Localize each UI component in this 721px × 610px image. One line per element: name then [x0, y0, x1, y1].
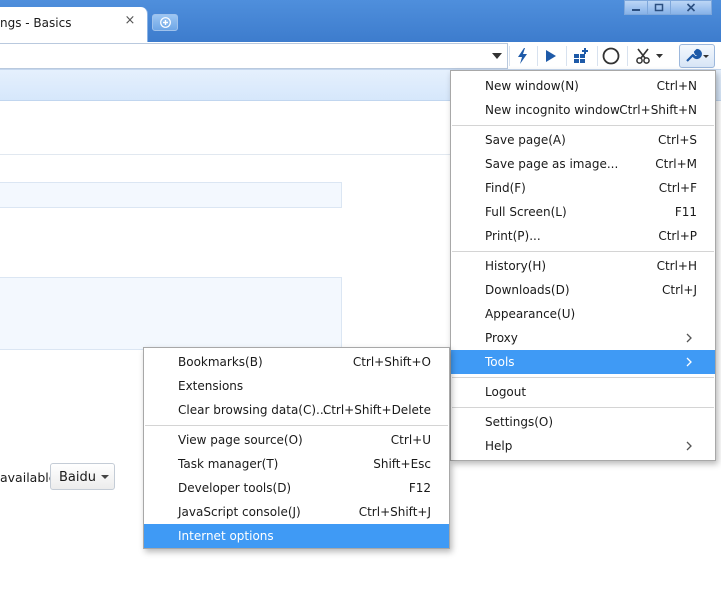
- wrench-menu-button[interactable]: [679, 44, 715, 68]
- new-tab-button[interactable]: [152, 14, 178, 31]
- menu-item-save-page[interactable]: Save page(A) Ctrl+S: [451, 128, 715, 152]
- address-bar[interactable]: [0, 43, 508, 69]
- lightning-icon[interactable]: [510, 42, 536, 70]
- minimize-icon: [632, 8, 640, 11]
- toolbar-separator: [627, 46, 628, 66]
- menu-separator: [452, 125, 714, 126]
- chevron-right-icon: [686, 357, 692, 367]
- apps-plus-icon[interactable]: [568, 42, 594, 70]
- menu-item-new-window[interactable]: New window(N) Ctrl+N: [451, 74, 715, 98]
- wrench-icon: [686, 48, 709, 62]
- menu-item-view-page-source[interactable]: View page source(O) Ctrl+U: [144, 428, 449, 452]
- plus-icon: [160, 17, 171, 28]
- divider: [0, 154, 450, 155]
- menu-item-clear-browsing-data[interactable]: Clear browsing data(C)... Ctrl+Shift+Del…: [144, 398, 449, 422]
- menu-item-proxy[interactable]: Proxy: [451, 326, 715, 350]
- tab-strip: ngs - Basics ×: [0, 0, 721, 42]
- maximize-icon: [654, 3, 664, 12]
- address-dropdown-icon[interactable]: [484, 42, 510, 70]
- menu-item-developer-tools[interactable]: Developer tools(D) F12: [144, 476, 449, 500]
- toolbar: [0, 42, 721, 70]
- menu-item-print[interactable]: Print(P)... Ctrl+P: [451, 224, 715, 248]
- menu-item-help[interactable]: Help: [451, 434, 715, 458]
- circle-icon[interactable]: [598, 42, 624, 70]
- search-engine-label: available: [0, 470, 57, 485]
- close-window-button[interactable]: [670, 0, 712, 15]
- menu-item-downloads[interactable]: Downloads(D) Ctrl+J: [451, 278, 715, 302]
- maximize-button[interactable]: [647, 0, 671, 15]
- menu-item-tools[interactable]: Tools: [451, 350, 715, 374]
- toolbar-separator: [566, 46, 567, 66]
- close-icon: [686, 3, 696, 12]
- menu-item-new-incognito-window[interactable]: New incognito window Ctrl+Shift+N: [451, 98, 715, 122]
- menu-item-logout[interactable]: Logout: [451, 380, 715, 404]
- menu-separator: [452, 377, 714, 378]
- menu-item-find[interactable]: Find(F) Ctrl+F: [451, 176, 715, 200]
- search-engine-select[interactable]: Baidu: [50, 463, 115, 490]
- menu-item-appearance[interactable]: Appearance(U): [451, 302, 715, 326]
- search-engine-value: Baidu: [59, 470, 96, 485]
- settings-textarea[interactable]: [0, 277, 342, 350]
- tab-title: ngs - Basics: [0, 16, 72, 30]
- menu-item-settings[interactable]: Settings(O): [451, 410, 715, 434]
- play-icon[interactable]: [538, 42, 564, 70]
- menu-item-full-screen[interactable]: Full Screen(L) F11: [451, 200, 715, 224]
- menu-separator: [452, 407, 714, 408]
- menu-item-task-manager[interactable]: Task manager(T) Shift+Esc: [144, 452, 449, 476]
- menu-item-bookmarks[interactable]: Bookmarks(B) Ctrl+Shift+O: [144, 350, 449, 374]
- chevron-down-icon: [101, 475, 109, 479]
- menu-separator: [145, 425, 448, 426]
- main-menu: New window(N) Ctrl+N New incognito windo…: [450, 70, 716, 461]
- menu-separator: [452, 251, 714, 252]
- browser-tab[interactable]: ngs - Basics ×: [0, 7, 148, 42]
- menu-item-history[interactable]: History(H) Ctrl+H: [451, 254, 715, 278]
- chevron-right-icon: [686, 333, 692, 343]
- menu-item-internet-options[interactable]: Internet options: [144, 524, 449, 548]
- chevron-right-icon: [686, 441, 692, 451]
- minimize-button[interactable]: [624, 0, 648, 15]
- menu-item-javascript-console[interactable]: JavaScript console(J) Ctrl+Shift+J: [144, 500, 449, 524]
- scissors-dropdown-icon[interactable]: [652, 42, 666, 70]
- settings-field[interactable]: [0, 182, 342, 208]
- tab-close-icon[interactable]: ×: [124, 14, 136, 27]
- menu-item-extensions[interactable]: Extensions: [144, 374, 449, 398]
- tools-submenu: Bookmarks(B) Ctrl+Shift+O Extensions Cle…: [143, 347, 450, 549]
- window-controls: [624, 0, 712, 15]
- menu-item-save-page-as-image[interactable]: Save page as image... Ctrl+M: [451, 152, 715, 176]
